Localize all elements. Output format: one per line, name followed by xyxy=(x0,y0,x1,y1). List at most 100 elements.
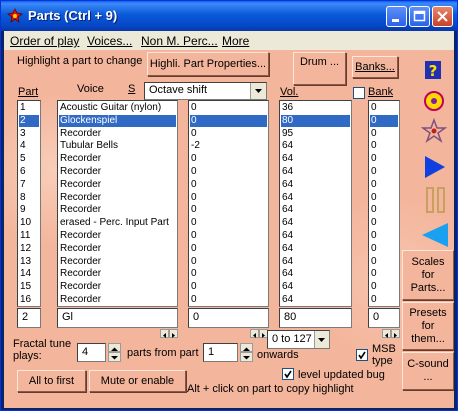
voice-list-item[interactable]: Glockenspiel xyxy=(59,114,176,127)
octave-list-item[interactable]: -2 xyxy=(190,140,267,152)
volume-list-item[interactable]: 64 xyxy=(281,281,350,293)
help-icon[interactable]: ? xyxy=(422,59,444,81)
voice-name-field[interactable]: Gl xyxy=(57,308,178,328)
part-number-field[interactable]: 2 xyxy=(17,308,41,328)
drum-button[interactable]: Drum ... xyxy=(293,52,346,85)
bank-list-item[interactable]: 0 xyxy=(370,294,398,306)
voice-list-item[interactable]: Recorder xyxy=(59,281,176,293)
back-icon[interactable] xyxy=(420,221,450,249)
bank-list-item[interactable]: 0 xyxy=(370,204,398,216)
banks-button[interactable]: Banks... xyxy=(352,56,398,78)
volume-list-item[interactable]: 64 xyxy=(281,243,350,255)
close-button[interactable] xyxy=(432,6,453,27)
octave-shift-select[interactable]: Octave shift xyxy=(144,82,267,100)
bank-list-item[interactable]: 0 xyxy=(370,179,398,191)
octave-list-item[interactable]: 0 xyxy=(190,217,267,229)
target-icon[interactable] xyxy=(422,89,446,113)
part-list-item[interactable]: 12 xyxy=(19,243,39,255)
volume-list-item[interactable]: 64 xyxy=(281,192,350,204)
volume-list-item[interactable]: 64 xyxy=(281,294,350,306)
csound-button[interactable]: C-sound... xyxy=(402,352,454,390)
octave-list-item[interactable]: 0 xyxy=(190,281,267,293)
octave-list-item[interactable]: 0 xyxy=(190,192,267,204)
part-list-item[interactable]: 15 xyxy=(19,281,39,293)
part-list-item[interactable]: 13 xyxy=(19,256,39,268)
octave-list-item[interactable]: 0 xyxy=(190,166,267,178)
fractal-count-field[interactable]: 4 xyxy=(77,343,106,362)
volume-list-item[interactable]: 36 xyxy=(281,102,350,114)
from-part-field[interactable]: 1 xyxy=(203,343,238,362)
voice-list-item[interactable]: Recorder xyxy=(59,268,176,280)
bank-list-item[interactable]: 0 xyxy=(370,140,398,152)
dropdown-arrow-icon[interactable] xyxy=(250,83,266,99)
volume-list-item[interactable]: 64 xyxy=(281,230,350,242)
volume-list-item[interactable]: 64 xyxy=(281,179,350,191)
play-icon[interactable] xyxy=(423,154,447,180)
part-list-item[interactable]: 5 xyxy=(19,153,39,165)
octave-list-item[interactable]: 0 xyxy=(190,114,267,127)
voice-list-item[interactable]: Recorder xyxy=(59,230,176,242)
menu-more[interactable]: More xyxy=(222,34,249,48)
part-list-item[interactable]: 8 xyxy=(19,192,39,204)
part-list-item[interactable]: 3 xyxy=(19,128,39,140)
menu-non-m-perc[interactable]: Non M. Perc... xyxy=(141,34,218,48)
msb-type-checkbox[interactable] xyxy=(356,349,368,361)
voice-list-item[interactable]: Recorder xyxy=(59,204,176,216)
bank-list-item[interactable]: 0 xyxy=(370,153,398,165)
octave-list-item[interactable]: 0 xyxy=(190,294,267,306)
bank-checkbox[interactable] xyxy=(353,87,365,99)
count-down-icon[interactable] xyxy=(108,352,121,362)
volume-list-item[interactable]: 64 xyxy=(281,153,350,165)
bank-list-item[interactable]: 0 xyxy=(370,192,398,204)
voice-list-item[interactable]: Acoustic Guitar (nylon) xyxy=(59,102,176,114)
voice-list-item[interactable]: Recorder xyxy=(59,294,176,306)
octave-list-item[interactable]: 0 xyxy=(190,102,267,114)
part-list-item[interactable]: 11 xyxy=(19,230,39,242)
octave-list-item[interactable]: 0 xyxy=(190,268,267,280)
mute-or-enable-button[interactable]: Mute or enable xyxy=(89,370,186,392)
part-list[interactable]: 1 2 3 4 5 6 7 8 9 10 11 12 13 14 15 16 xyxy=(17,100,41,307)
volume-list-item[interactable]: 95 xyxy=(281,128,350,140)
octave-list-item[interactable]: 0 xyxy=(190,204,267,216)
title-bar[interactable]: Parts (Ctrl + 9) xyxy=(1,1,457,31)
range-select[interactable]: 0 to 127 xyxy=(267,330,330,349)
pause-icon[interactable] xyxy=(425,187,447,213)
from-down-icon[interactable] xyxy=(240,352,253,362)
octave-list-item[interactable]: 0 xyxy=(190,128,267,140)
part-list-item[interactable]: 16 xyxy=(19,294,39,306)
voice-list-item[interactable]: Recorder xyxy=(59,243,176,255)
minimize-button[interactable] xyxy=(386,6,407,27)
bank-list-item[interactable]: 0 xyxy=(370,268,398,280)
bank-list-item[interactable]: 0 xyxy=(370,128,398,140)
maximize-button[interactable] xyxy=(409,6,430,27)
octave-list[interactable]: 0 0 0 -2 0 0 0 0 0 0 0 0 0 0 0 0 xyxy=(188,100,269,307)
octave-value-field[interactable]: 0 xyxy=(188,308,269,328)
part-list-item[interactable]: 4 xyxy=(19,140,39,152)
volume-list[interactable]: 36 80 95 64 64 64 64 64 64 64 64 64 64 64 64 64 xyxy=(279,100,352,307)
scroll-right-icon[interactable] xyxy=(391,329,400,338)
voice-list-item[interactable]: Recorder xyxy=(59,166,176,178)
scroll-left-icon[interactable] xyxy=(160,329,169,338)
bank-list-item[interactable]: 0 xyxy=(370,114,398,127)
octave-list-item[interactable]: 0 xyxy=(190,230,267,242)
volume-list-item[interactable]: 80 xyxy=(281,114,350,127)
octave-list-item[interactable]: 0 xyxy=(190,179,267,191)
bank-list-item[interactable]: 0 xyxy=(370,166,398,178)
voice-list-item[interactable]: erased - Perc. Input Part xyxy=(59,217,176,229)
part-list-item[interactable]: 1 xyxy=(19,102,39,114)
bank-list-item[interactable]: 0 xyxy=(370,102,398,114)
volume-list-item[interactable]: 64 xyxy=(281,204,350,216)
menu-order-of-play[interactable]: Order of play xyxy=(10,34,79,48)
voice-list-item[interactable]: Recorder xyxy=(59,153,176,165)
voice-list[interactable]: Acoustic Guitar (nylon) Glockenspiel Recor… xyxy=(57,100,178,307)
part-list-item[interactable]: 2 xyxy=(19,114,39,127)
presets-for-them-button[interactable]: Presets for them... xyxy=(402,302,454,350)
bank-list-item[interactable]: 0 xyxy=(370,243,398,255)
menu-voices[interactable]: Voices... xyxy=(87,34,132,48)
highlight-properties-button[interactable]: Highli. Part Properties... xyxy=(147,52,269,76)
bank-list-item[interactable]: 0 xyxy=(370,230,398,242)
volume-list-item[interactable]: 64 xyxy=(281,140,350,152)
bank-list-item[interactable]: 0 xyxy=(370,217,398,229)
voice-list-item[interactable]: Recorder xyxy=(59,179,176,191)
from-up-icon[interactable] xyxy=(240,343,253,352)
